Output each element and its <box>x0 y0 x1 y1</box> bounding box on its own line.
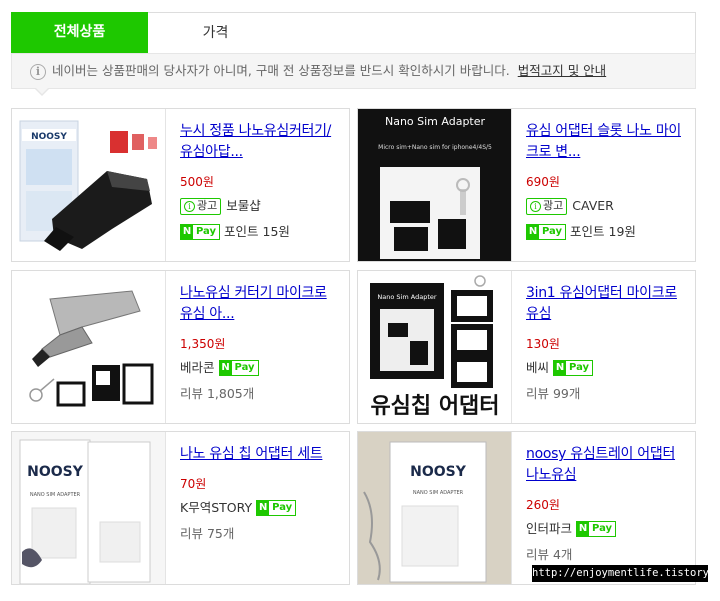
product-price: 1,350원 <box>180 337 226 351</box>
seller-row: 베라콘 N Pay <box>180 359 342 377</box>
product-image[interactable]: NOOSY NANO SIM ADAPTER <box>12 432 166 584</box>
seller-row: 베씨 N Pay <box>526 359 688 377</box>
ad-badge[interactable]: i 광고 <box>526 197 568 215</box>
seller-row: 인터파크 N Pay <box>526 520 688 538</box>
seller-name[interactable]: CAVER <box>572 197 614 215</box>
tab-price[interactable]: 가격 <box>148 13 283 53</box>
npay-icon: N Pay <box>553 360 594 376</box>
review-count[interactable]: 리뷰 99개 <box>526 385 688 403</box>
product-card: NOOSY 누시 정품 나노유심커터기/유심아답... 500원 i 광고 보물샵… <box>11 108 350 262</box>
disclaimer-text: 네이버는 상품판매의 당사자가 아니며, 구매 전 상품정보를 반드시 확인하시… <box>52 63 510 78</box>
noosy-logo-text: NOOSY <box>31 132 67 142</box>
npay-points: 포인트 15원 <box>224 224 290 239</box>
review-count[interactable]: 리뷰 4개 <box>526 546 688 564</box>
legal-notice-link[interactable]: 법적고지 및 안내 <box>518 63 606 78</box>
seller-row: K무역STORY N Pay <box>180 499 342 517</box>
seller-name[interactable]: 인터파크 <box>526 520 572 538</box>
info-icon: i <box>530 200 541 212</box>
tab-all-products[interactable]: 전체상품 <box>11 12 148 53</box>
product-card: 나노유심 커터기 마이크로 유심 아... 1,350원 베라콘 N Pay 리뷰… <box>11 270 350 424</box>
npay-points: 포인트 19원 <box>570 224 636 239</box>
npay-icon: N Pay <box>526 224 567 240</box>
product-price: 70원 <box>180 477 207 491</box>
product-card: Nano Sim Adapter 유심칩 어댑터 3in1 유심어댑터 마이크로… <box>357 270 696 424</box>
product-card: Nano Sim Adapter Micro sim+Nano sim for … <box>357 108 696 262</box>
seller-name[interactable]: 보물샵 <box>226 197 261 215</box>
npay-icon: N Pay <box>218 360 259 376</box>
package-subtitle-text: NANO SIM ADAPTER <box>413 490 464 496</box>
npay-icon: N Pay <box>256 500 297 516</box>
review-count[interactable]: 리뷰 1,805개 <box>180 385 342 403</box>
product-price: 260원 <box>526 498 560 512</box>
npay-icon: N Pay <box>180 224 221 240</box>
npay-row: N Pay 포인트 15원 <box>180 223 342 241</box>
product-title-link[interactable]: 나노 유심 칩 어댑터 세트 <box>180 444 342 465</box>
noosy-logo-text: NOOSY <box>410 464 467 480</box>
package-subtitle-text: NANO SIM ADAPTER <box>30 492 81 498</box>
seller-row: i 광고 CAVER <box>526 197 688 215</box>
product-image[interactable]: NOOSY NANO SIM ADAPTER <box>358 432 512 584</box>
package-caption-text: 유심칩 어댑터 <box>370 394 499 419</box>
product-image[interactable]: Nano Sim Adapter 유심칩 어댑터 <box>358 271 512 423</box>
ad-label: 광고 <box>543 199 564 212</box>
noosy-logo-text: NOOSY <box>27 464 84 480</box>
product-price: 130원 <box>526 337 560 351</box>
seller-name[interactable]: K무역STORY <box>180 499 252 517</box>
info-icon: i <box>30 63 46 80</box>
ad-badge[interactable]: i 광고 <box>180 197 222 215</box>
seller-name[interactable]: 베라콘 <box>180 359 215 377</box>
product-image[interactable] <box>12 271 166 423</box>
product-card: NOOSY NANO SIM ADAPTER 나노 유심 칩 어댑터 세트 70… <box>11 431 350 585</box>
ad-label: 광고 <box>197 199 218 212</box>
product-card: NOOSY NANO SIM ADAPTER noosy 유심트레이 어댑터 나… <box>357 431 696 585</box>
product-image[interactable]: NOOSY <box>12 109 166 261</box>
package-title-text: Nano Sim Adapter <box>377 293 436 301</box>
notice-pointer <box>34 87 50 96</box>
tab-bar: 전체상품 가격 <box>11 12 696 53</box>
product-price: 690원 <box>526 175 560 189</box>
review-count[interactable]: 리뷰 75개 <box>180 525 342 543</box>
product-title-link[interactable]: 3in1 유심어댑터 마이크로유심 <box>526 283 688 325</box>
product-price: 500원 <box>180 175 214 189</box>
watermark-url: http://enjoymentlife.tistory.com <box>532 565 720 582</box>
product-image[interactable]: Nano Sim Adapter Micro sim+Nano sim for … <box>358 109 512 261</box>
product-title-link[interactable]: 나노유심 커터기 마이크로 유심 아... <box>180 283 342 325</box>
product-title-link[interactable]: 유심 어댑터 슬롯 나노 마이크로 변... <box>526 121 688 163</box>
package-subtitle-text: Micro sim+Nano sim for iphone4/4S/5 <box>378 144 492 151</box>
info-icon: i <box>184 200 195 212</box>
seller-row: i 광고 보물샵 <box>180 197 342 215</box>
package-title-text: Nano Sim Adapter <box>385 115 486 128</box>
npay-row: N Pay 포인트 19원 <box>526 223 688 241</box>
npay-icon: N Pay <box>576 521 617 537</box>
product-title-link[interactable]: 누시 정품 나노유심커터기/유심아답... <box>180 121 342 163</box>
product-title-link[interactable]: noosy 유심트레이 어댑터 나노유심 <box>526 444 688 486</box>
seller-name[interactable]: 베씨 <box>526 359 549 377</box>
disclaimer-notice: i 네이버는 상품판매의 당사자가 아니며, 구매 전 상품정보를 반드시 확인하… <box>11 53 696 89</box>
